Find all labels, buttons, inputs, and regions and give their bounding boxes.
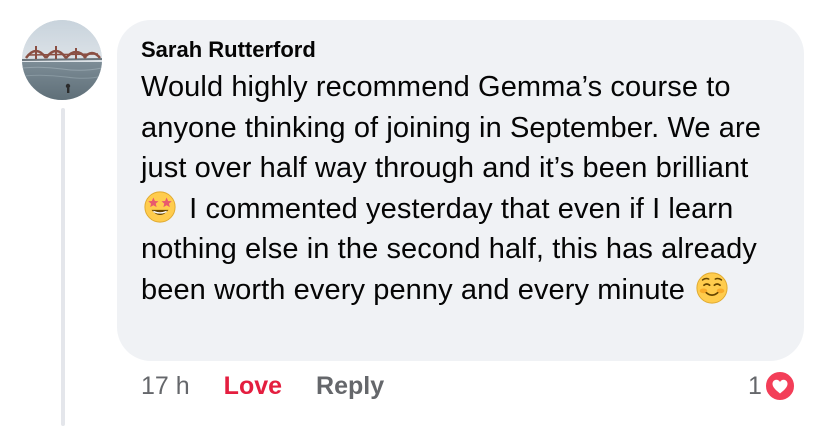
- author-name[interactable]: Sarah Rutterford: [141, 37, 780, 63]
- avatar-photo: [22, 20, 102, 100]
- comment-bubble: Sarah Rutterford Would highly recommend …: [117, 20, 804, 361]
- reaction-summary[interactable]: 1: [748, 370, 796, 402]
- comment-text-part-2: I commented yesterday that even if I lea…: [141, 192, 757, 306]
- reaction-count: 1: [748, 371, 762, 400]
- love-heart-icon: [763, 370, 796, 402]
- star-struck-emoji-icon: [144, 190, 176, 223]
- love-button[interactable]: Love: [224, 372, 282, 401]
- comment-text-part-1: Would highly recommend Gemma’s course to…: [141, 71, 762, 184]
- comment-actions: 17 h Love Reply: [141, 372, 384, 401]
- comment-text: Would highly recommend Gemma’s course to…: [141, 67, 780, 310]
- reply-button[interactable]: Reply: [316, 372, 384, 401]
- comment-container: Sarah Rutterford Would highly recommend …: [0, 0, 828, 426]
- smiling-face-emoji-icon: [696, 271, 728, 304]
- thread-line: [61, 108, 65, 426]
- avatar[interactable]: [22, 20, 102, 100]
- timestamp[interactable]: 17 h: [141, 372, 190, 401]
